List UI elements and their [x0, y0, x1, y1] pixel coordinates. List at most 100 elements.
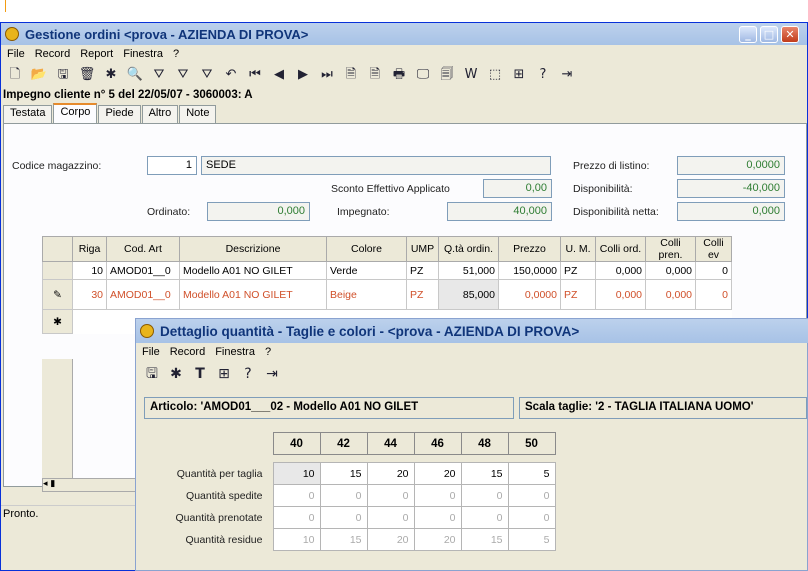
- dialog-exit-icon[interactable]: ⇥: [262, 365, 282, 383]
- filter-icon[interactable]: ⛛: [149, 66, 169, 84]
- dialog-menu-finestra[interactable]: Finestra: [215, 346, 255, 358]
- tab-altro[interactable]: Altro: [141, 105, 179, 123]
- cell-colli-ev[interactable]: 0: [695, 261, 732, 280]
- monitor-icon[interactable]: 🖵: [413, 66, 433, 84]
- tree-icon[interactable]: ⊞: [509, 66, 529, 84]
- last-record-icon[interactable]: ⏭: [317, 66, 337, 84]
- grid-header-desc[interactable]: Descrizione: [179, 236, 327, 262]
- document-icon[interactable]: 🗎: [341, 66, 361, 84]
- qty-cell[interactable]: 10: [272, 462, 321, 485]
- cell-um[interactable]: PZ: [560, 279, 596, 310]
- grid-header-riga[interactable]: Riga: [72, 236, 107, 262]
- grid-header-cod[interactable]: Cod. Art: [106, 236, 180, 262]
- cell-prezzo[interactable]: 150,0000: [498, 261, 561, 280]
- table-row[interactable]: 10 AMOD01__0 Modello A01 NO GILET Verde …: [42, 261, 732, 280]
- document2-icon[interactable]: 🗎: [365, 66, 385, 84]
- tab-note[interactable]: Note: [179, 105, 217, 123]
- edit-pencil-icon[interactable]: ✎: [42, 279, 73, 310]
- find-icon[interactable]: 🔍: [125, 66, 145, 84]
- grid-header-ump[interactable]: UMP: [406, 236, 439, 262]
- save-icon[interactable]: 🖫: [53, 66, 73, 84]
- open-icon[interactable]: 📂: [29, 66, 49, 84]
- dialog-save-icon[interactable]: 🖫: [142, 365, 162, 383]
- cell-prezzo[interactable]: 0,0000: [498, 279, 561, 310]
- menu-file[interactable]: File: [7, 48, 25, 60]
- minimize-button[interactable]: _: [739, 26, 757, 43]
- preview-icon[interactable]: 🗐: [437, 66, 457, 84]
- cell-colli-ev[interactable]: 0: [695, 279, 732, 310]
- dialog-menu-help[interactable]: ?: [265, 346, 271, 358]
- cell-cod[interactable]: AMOD01__0: [106, 279, 180, 310]
- cancel-icon[interactable]: ✱: [101, 66, 121, 84]
- dialog-menu-file[interactable]: File: [142, 346, 160, 358]
- cell-colore[interactable]: Beige: [326, 279, 407, 310]
- grid-header-colli-ord[interactable]: Colli ord.: [595, 236, 646, 262]
- cell-cod[interactable]: AMOD01__0: [106, 261, 180, 280]
- cell-ump[interactable]: PZ: [406, 279, 439, 310]
- menu-finestra[interactable]: Finestra: [123, 48, 163, 60]
- filter-undo-icon[interactable]: ↶: [221, 66, 241, 84]
- close-button[interactable]: ✕: [781, 26, 799, 43]
- first-record-icon[interactable]: ⏮: [245, 66, 265, 84]
- cell-colli-ord[interactable]: 0,000: [595, 279, 646, 310]
- tab-testata[interactable]: Testata: [3, 105, 53, 123]
- cell-riga[interactable]: 10: [72, 261, 107, 280]
- cell-qta[interactable]: 85,000: [438, 279, 499, 310]
- grid-header-colli-ev[interactable]: Colli ev: [695, 236, 732, 262]
- menu-record[interactable]: Record: [35, 48, 70, 60]
- cell-colore[interactable]: Verde: [326, 261, 407, 280]
- prev-record-icon[interactable]: ◀: [269, 66, 289, 84]
- pdf-icon[interactable]: ⬚: [485, 66, 505, 84]
- size-header: 42: [319, 432, 368, 455]
- new-icon[interactable]: 🗋: [5, 66, 25, 84]
- quantita-prenotate-row: Quantità prenotate 0 0 0 0 0 0: [158, 506, 556, 529]
- menu-report[interactable]: Report: [80, 48, 113, 60]
- tab-corpo[interactable]: Corpo: [53, 103, 98, 123]
- grid-header-qta[interactable]: Q.tà ordin.: [438, 236, 499, 262]
- cell-riga[interactable]: 30: [72, 279, 107, 310]
- qty-cell: 10: [272, 528, 321, 551]
- sconto-field: 0,00: [483, 179, 552, 198]
- title-bar[interactable]: Gestione ordini <prova - AZIENDA DI PROV…: [1, 23, 807, 45]
- dialog-cancel-icon[interactable]: ✱: [166, 365, 186, 383]
- delete-icon[interactable]: 🗑: [77, 66, 97, 84]
- dialog-title-bar[interactable]: Dettaglio quantità - Taglie e colori - <…: [136, 319, 808, 343]
- grid-header-um[interactable]: U. M.: [560, 236, 596, 262]
- help-icon[interactable]: ?: [533, 66, 553, 84]
- cell-desc[interactable]: Modello A01 NO GILET: [179, 261, 327, 280]
- tab-piede[interactable]: Piede: [98, 105, 141, 123]
- qty-cell[interactable]: 20: [366, 462, 415, 485]
- cell-colli-pren[interactable]: 0,000: [645, 279, 696, 310]
- filter-edit-icon[interactable]: ⛛: [173, 66, 193, 84]
- grid-header-colli-pren[interactable]: Colli pren.: [645, 236, 696, 262]
- cell-qta[interactable]: 51,000: [438, 261, 499, 280]
- print-icon[interactable]: 🖶: [389, 66, 409, 84]
- grid-header-prezzo[interactable]: Prezzo: [498, 236, 561, 262]
- dialog-menu-record[interactable]: Record: [170, 346, 205, 358]
- dialog-tree-icon[interactable]: ⊞: [214, 365, 234, 383]
- grid-header-colore[interactable]: Colore: [326, 236, 407, 262]
- filter-remove-icon[interactable]: ⛛: [197, 66, 217, 84]
- exit-icon[interactable]: ⇥: [557, 66, 577, 84]
- qty-cell[interactable]: 15: [460, 462, 509, 485]
- table-row[interactable]: ✎ 30 AMOD01__0 Modello A01 NO GILET Beig…: [42, 279, 732, 310]
- word-icon[interactable]: W: [461, 66, 481, 84]
- cell-um[interactable]: PZ: [560, 261, 596, 280]
- next-record-icon[interactable]: ▶: [293, 66, 313, 84]
- cell-ump[interactable]: PZ: [406, 261, 439, 280]
- row-selector[interactable]: [42, 261, 73, 280]
- qty-cell: 0: [413, 506, 462, 529]
- codice-magazzino-field[interactable]: 1: [147, 156, 197, 175]
- horizontal-scrollbar[interactable]: ◂ ▮: [42, 478, 142, 492]
- qty-cell: 0: [413, 484, 462, 507]
- dialog-text-icon[interactable]: T: [190, 365, 210, 383]
- qty-cell[interactable]: 5: [507, 462, 556, 485]
- cell-desc[interactable]: Modello A01 NO GILET: [179, 279, 327, 310]
- qty-cell[interactable]: 20: [413, 462, 462, 485]
- dialog-help-icon[interactable]: ?: [238, 365, 258, 383]
- menu-help[interactable]: ?: [173, 48, 179, 60]
- cell-colli-pren[interactable]: 0,000: [645, 261, 696, 280]
- cell-colli-ord[interactable]: 0,000: [595, 261, 646, 280]
- maximize-button[interactable]: □: [760, 26, 778, 43]
- qty-cell[interactable]: 15: [319, 462, 368, 485]
